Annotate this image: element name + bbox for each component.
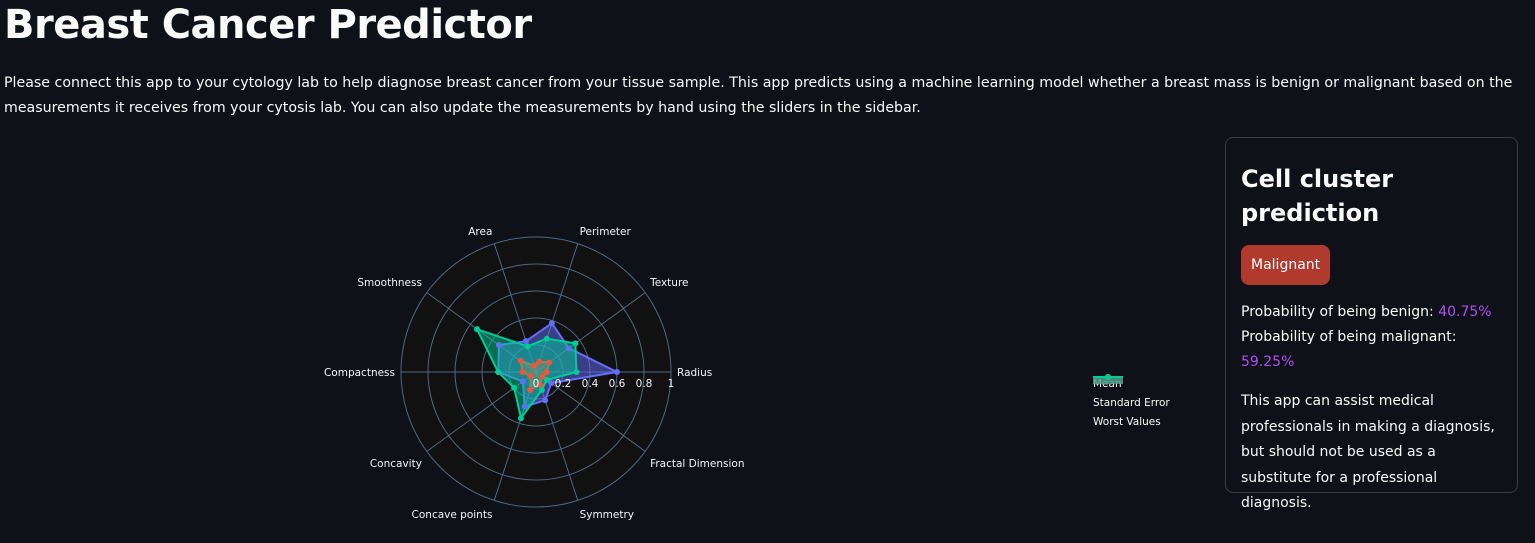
legend-item[interactable]: Standard Error [1093,374,1170,412]
legend-swatch [1093,374,1123,384]
series-point-2 [573,369,580,375]
radial-tick-label: 0.2 [555,378,572,390]
series-point-1 [546,359,553,366]
benign-probability: Probability of being benign: 40.75% [1241,300,1502,325]
series-point-0 [548,320,555,327]
benign-probability-label: Probability of being benign: [1241,304,1439,320]
legend-label: Standard Error [1093,396,1170,409]
chart-legend[interactable]: MeanStandard ErrorWorst Values [1093,374,1170,431]
series-point-2 [543,335,550,342]
page-title: Breast Cancer Predictor [4,2,532,48]
series-point-1 [517,357,524,364]
category-label: Smoothness [357,277,422,289]
series-point-2 [543,376,550,383]
malignant-probability: Probability of being malignant: 59.25% [1241,325,1502,375]
series-point-1 [519,369,526,375]
category-label: Symmetry [580,509,634,521]
legend-swatch-marker [1105,374,1111,380]
disclaimer-text: This app can assist medical professional… [1241,393,1495,511]
category-label: Concave points [412,509,493,521]
series-point-0 [521,403,528,410]
series-point-2 [474,326,481,333]
series-point-2 [524,343,531,350]
prediction-heading: Cell cluster prediction [1241,165,1394,227]
series-point-2 [572,340,579,347]
radar-chart[interactable]: 0 0.2 0.4 0.6 0.8 1Radius Texture Perimeter Area… [0,130,1215,543]
probability-block: Probability of being benign: 40.75% Prob… [1241,300,1502,375]
category-label: Texture [649,277,688,289]
radar-chart-area: 0 0.2 0.4 0.6 0.8 1 Radius Texture Perimeter Area… [0,130,1215,543]
series-point-1 [536,358,543,365]
category-label: Concavity [370,458,422,470]
radial-tick-label: 0.4 [582,378,599,390]
radial-tick-label: 1 [668,378,675,390]
series-point-0 [522,338,529,345]
malignant-probability-value: 59.25% [1241,354,1295,370]
series-point-2 [517,415,524,422]
series-point-2 [511,384,518,391]
legend-item[interactable]: Worst Values [1093,374,1170,431]
radial-tick-label: 0 [533,378,540,390]
category-label: Fractal Dimension [650,458,744,470]
series-point-0 [519,378,526,385]
category-label: Radius [677,367,712,379]
category-label: Compactness [324,367,395,379]
series-point-1 [543,369,550,375]
category-label: Perimeter [580,226,632,238]
category-label: Area [468,226,492,238]
series-point-2 [538,386,545,393]
intro-text: Please connect this app to your cytology… [4,75,1513,116]
series-point-0 [495,342,502,349]
series-point-0 [614,369,620,375]
series-point-0 [565,345,572,352]
legend-label: Worst Values [1093,415,1161,428]
series-point-1 [530,362,537,369]
radial-tick-label: 0.8 [636,378,653,390]
series-point-0 [542,397,549,404]
radial-tick-label: 0.6 [609,378,626,390]
benign-probability-value: 40.75% [1438,304,1492,320]
malignant-probability-label: Probability of being malignant: [1241,329,1457,345]
diagnosis-badge: Malignant [1241,245,1331,285]
series-point-2 [495,369,502,375]
prediction-card: Cell cluster prediction Malignant Probab… [1225,137,1518,511]
